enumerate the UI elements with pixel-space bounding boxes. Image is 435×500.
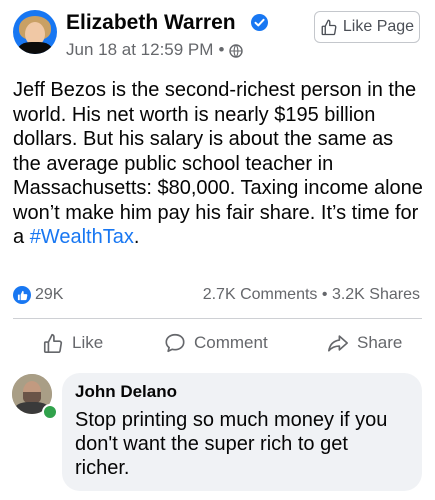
hashtag-link[interactable]: #WealthTax <box>30 226 134 248</box>
shares-count[interactable]: 3.2K Shares <box>332 286 420 303</box>
comment-label: Comment <box>194 333 268 352</box>
reaction-summary[interactable]: 29K <box>13 286 63 304</box>
post-text: Jeff Bezos is the second-richest person … <box>13 78 423 250</box>
share-label: Share <box>357 333 403 352</box>
like-label: Like <box>72 333 104 352</box>
thumbs-up-icon <box>42 332 64 354</box>
post-body-text: Jeff Bezos is the second-richest person … <box>13 79 423 248</box>
globe-icon <box>229 43 244 58</box>
meta-separator: • <box>218 40 225 59</box>
share-button[interactable]: Share <box>327 332 402 354</box>
author-avatar[interactable] <box>13 10 57 54</box>
comment-text: Stop printing so much money if you don't… <box>75 409 388 479</box>
post-text-end: . <box>133 226 140 248</box>
post-meta: Jun 18 at 12:59 PM • <box>66 40 244 60</box>
divider <box>13 318 422 319</box>
like-reaction-icon <box>13 286 31 304</box>
commenter-name[interactable]: John Delano <box>75 382 177 402</box>
author-name[interactable]: Elizabeth Warren <box>66 11 236 35</box>
like-page-button[interactable]: Like Page <box>314 11 420 43</box>
post-date[interactable]: Jun 18 at 12:59 PM <box>66 40 213 60</box>
engagement-counts: 2.7K Comments • 3.2K Shares <box>203 286 420 304</box>
like-button[interactable]: Like <box>42 332 103 354</box>
share-icon <box>327 332 349 354</box>
comments-count[interactable]: 2.7K Comments <box>203 286 318 303</box>
reaction-count: 29K <box>35 286 64 303</box>
counts-separator: • <box>321 286 328 303</box>
comment-icon <box>164 332 186 354</box>
verified-badge-icon <box>251 14 268 31</box>
thumbs-up-icon <box>320 18 338 36</box>
like-page-label: Like Page <box>342 18 415 35</box>
comment-button[interactable]: Comment <box>164 332 268 354</box>
online-status-indicator <box>42 404 58 420</box>
